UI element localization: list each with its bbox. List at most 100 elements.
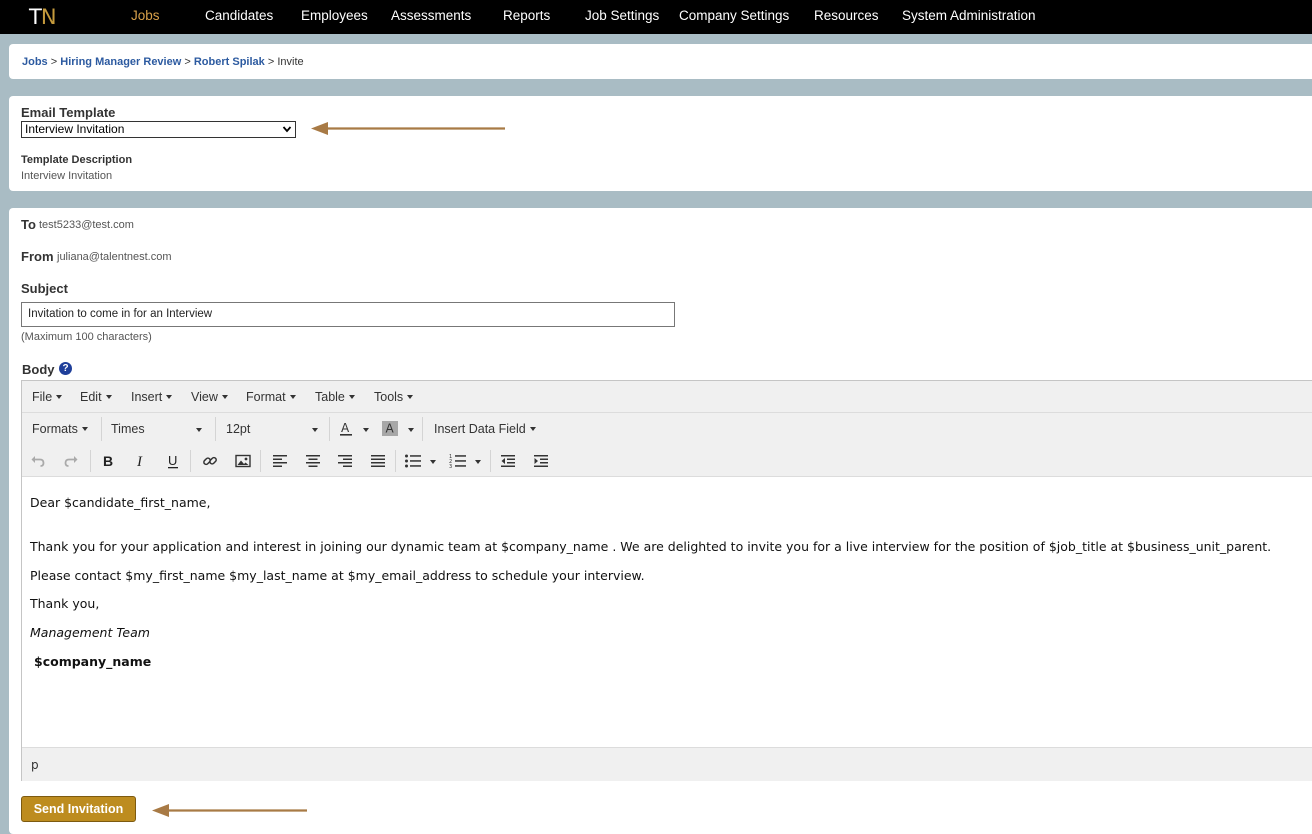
breadcrumb-hiring-manager-review[interactable]: Hiring Manager Review [60,56,181,68]
numbered-list-caret[interactable] [475,460,481,464]
rich-text-editor: File Edit Insert View Format Table Tools… [21,380,1312,781]
redo-icon[interactable] [59,449,83,473]
email-template-label: Email Template [21,105,116,120]
body-line-thanks: Thank you, [30,596,100,611]
bullet-list-caret[interactable] [430,460,436,464]
body-line-signature-team: Management Team [30,625,150,640]
align-center-icon[interactable] [301,449,325,473]
nav-assessments[interactable]: Assessments [391,8,471,23]
breadcrumb-separator: > [267,56,275,68]
editor-statusbar: p [22,747,1312,781]
from-label: From [21,249,54,264]
bold-icon[interactable]: B [96,449,120,473]
highlight-color-icon[interactable]: A [378,417,402,441]
breadcrumb-current: Invite [277,56,304,68]
toolbar-divider [90,450,91,472]
nav-candidates[interactable]: Candidates [205,8,273,23]
to-label: To [21,217,36,232]
highlight-color-caret[interactable] [408,428,414,432]
annotation-arrow [311,122,505,135]
insert-data-field-dropdown[interactable]: Insert Data Field [434,422,536,436]
toolbar-divider [260,450,261,472]
align-left-icon[interactable] [268,449,292,473]
toolbar-divider [101,417,102,441]
menu-insert[interactable]: Insert [131,390,173,404]
subject-label: Subject [21,281,68,296]
breadcrumb: Jobs > Hiring Manager Review > Robert Sp… [22,56,304,68]
subject-hint: (Maximum 100 characters) [21,331,152,343]
italic-icon[interactable]: I [129,449,153,473]
email-template-selected-value: Interview Invitation [25,122,125,136]
font-size-dropdown[interactable]: 12pt [226,422,250,436]
logo-n: N [40,5,57,29]
underline-icon[interactable]: U [161,449,185,473]
menu-tools[interactable]: Tools [374,390,414,404]
outdent-icon[interactable] [496,449,520,473]
body-line-signature-company: $company_name [34,654,152,669]
editor-toolbar-actions: B I U 1 2 3 [22,445,1312,477]
nav-job-settings[interactable]: Job Settings [585,8,659,23]
body-line-contact: Please contact $my_first_name $my_last_n… [30,568,645,583]
body-label: Body [22,362,55,377]
svg-text:U: U [168,453,177,468]
toolbar-divider [422,417,423,441]
chevron-down-icon [282,126,292,133]
nav-system-administration[interactable]: System Administration [902,8,1036,23]
nav-resources[interactable]: Resources [814,8,879,23]
formats-dropdown[interactable]: Formats [32,422,88,436]
toolbar-divider [215,417,216,441]
toolbar-divider [329,417,330,441]
nav-company-settings[interactable]: Company Settings [679,8,789,23]
toolbar-divider [395,450,396,472]
email-template-panel: Email Template Interview Invitation Temp… [9,96,1312,191]
subject-input[interactable]: Invitation to come in for an Interview [21,302,675,327]
editor-menubar: File Edit Insert View Format Table Tools [22,381,1312,413]
align-right-icon[interactable] [333,449,357,473]
svg-text:B: B [103,453,113,469]
help-icon[interactable]: ? [59,362,72,375]
email-compose-panel: To test5233@test.com From juliana@talent… [9,208,1312,834]
menu-table[interactable]: Table [315,390,355,404]
breadcrumb-candidate[interactable]: Robert Spilak [194,56,265,68]
menu-edit[interactable]: Edit [80,390,112,404]
send-invitation-button[interactable]: Send Invitation [21,796,136,822]
indent-icon[interactable] [529,449,553,473]
svg-text:A: A [386,422,395,436]
body-line-greeting: Dear $candidate_first_name, [30,495,211,510]
breadcrumb-jobs[interactable]: Jobs [22,56,48,68]
text-color-caret[interactable] [363,428,369,432]
font-family-dropdown[interactable]: Times [111,422,145,436]
nav-jobs[interactable]: Jobs [131,8,160,23]
nav-reports[interactable]: Reports [503,8,550,23]
font-size-caret [312,428,318,432]
nav-employees[interactable]: Employees [301,8,368,23]
breadcrumb-separator: > [184,56,191,68]
to-value: test5233@test.com [39,219,134,231]
annotation-arrow [152,804,307,817]
numbered-list-icon[interactable]: 123 [446,449,470,473]
svg-text:A: A [341,421,350,435]
toolbar-divider [190,450,191,472]
talentnest-logo[interactable]: TN [29,5,57,29]
text-color-icon[interactable]: A [334,417,358,441]
bullet-list-icon[interactable] [401,449,425,473]
font-family-caret [196,428,202,432]
email-template-select[interactable]: Interview Invitation [21,121,296,138]
toolbar-divider [490,450,491,472]
menu-format[interactable]: Format [246,390,296,404]
editor-toolbar-format: Formats Times 12pt A A Insert Data Field [22,413,1312,445]
svg-text:I: I [136,454,143,469]
subject-input-value: Invitation to come in for an Interview [28,308,213,320]
menu-file[interactable]: File [32,390,63,404]
image-icon[interactable] [231,449,255,473]
template-description-value: Interview Invitation [21,170,113,182]
undo-icon[interactable] [26,449,50,473]
top-navigation: TN Jobs Candidates Employees Assessments… [0,0,1312,34]
element-path[interactable]: p [31,758,39,772]
menu-view[interactable]: View [191,390,228,404]
breadcrumb-panel: Jobs > Hiring Manager Review > Robert Sp… [9,44,1312,79]
link-icon[interactable] [198,449,222,473]
align-justify-icon[interactable] [366,449,390,473]
body-line-intro: Thank you for your application and inter… [30,539,1272,554]
breadcrumb-separator: > [50,56,58,68]
